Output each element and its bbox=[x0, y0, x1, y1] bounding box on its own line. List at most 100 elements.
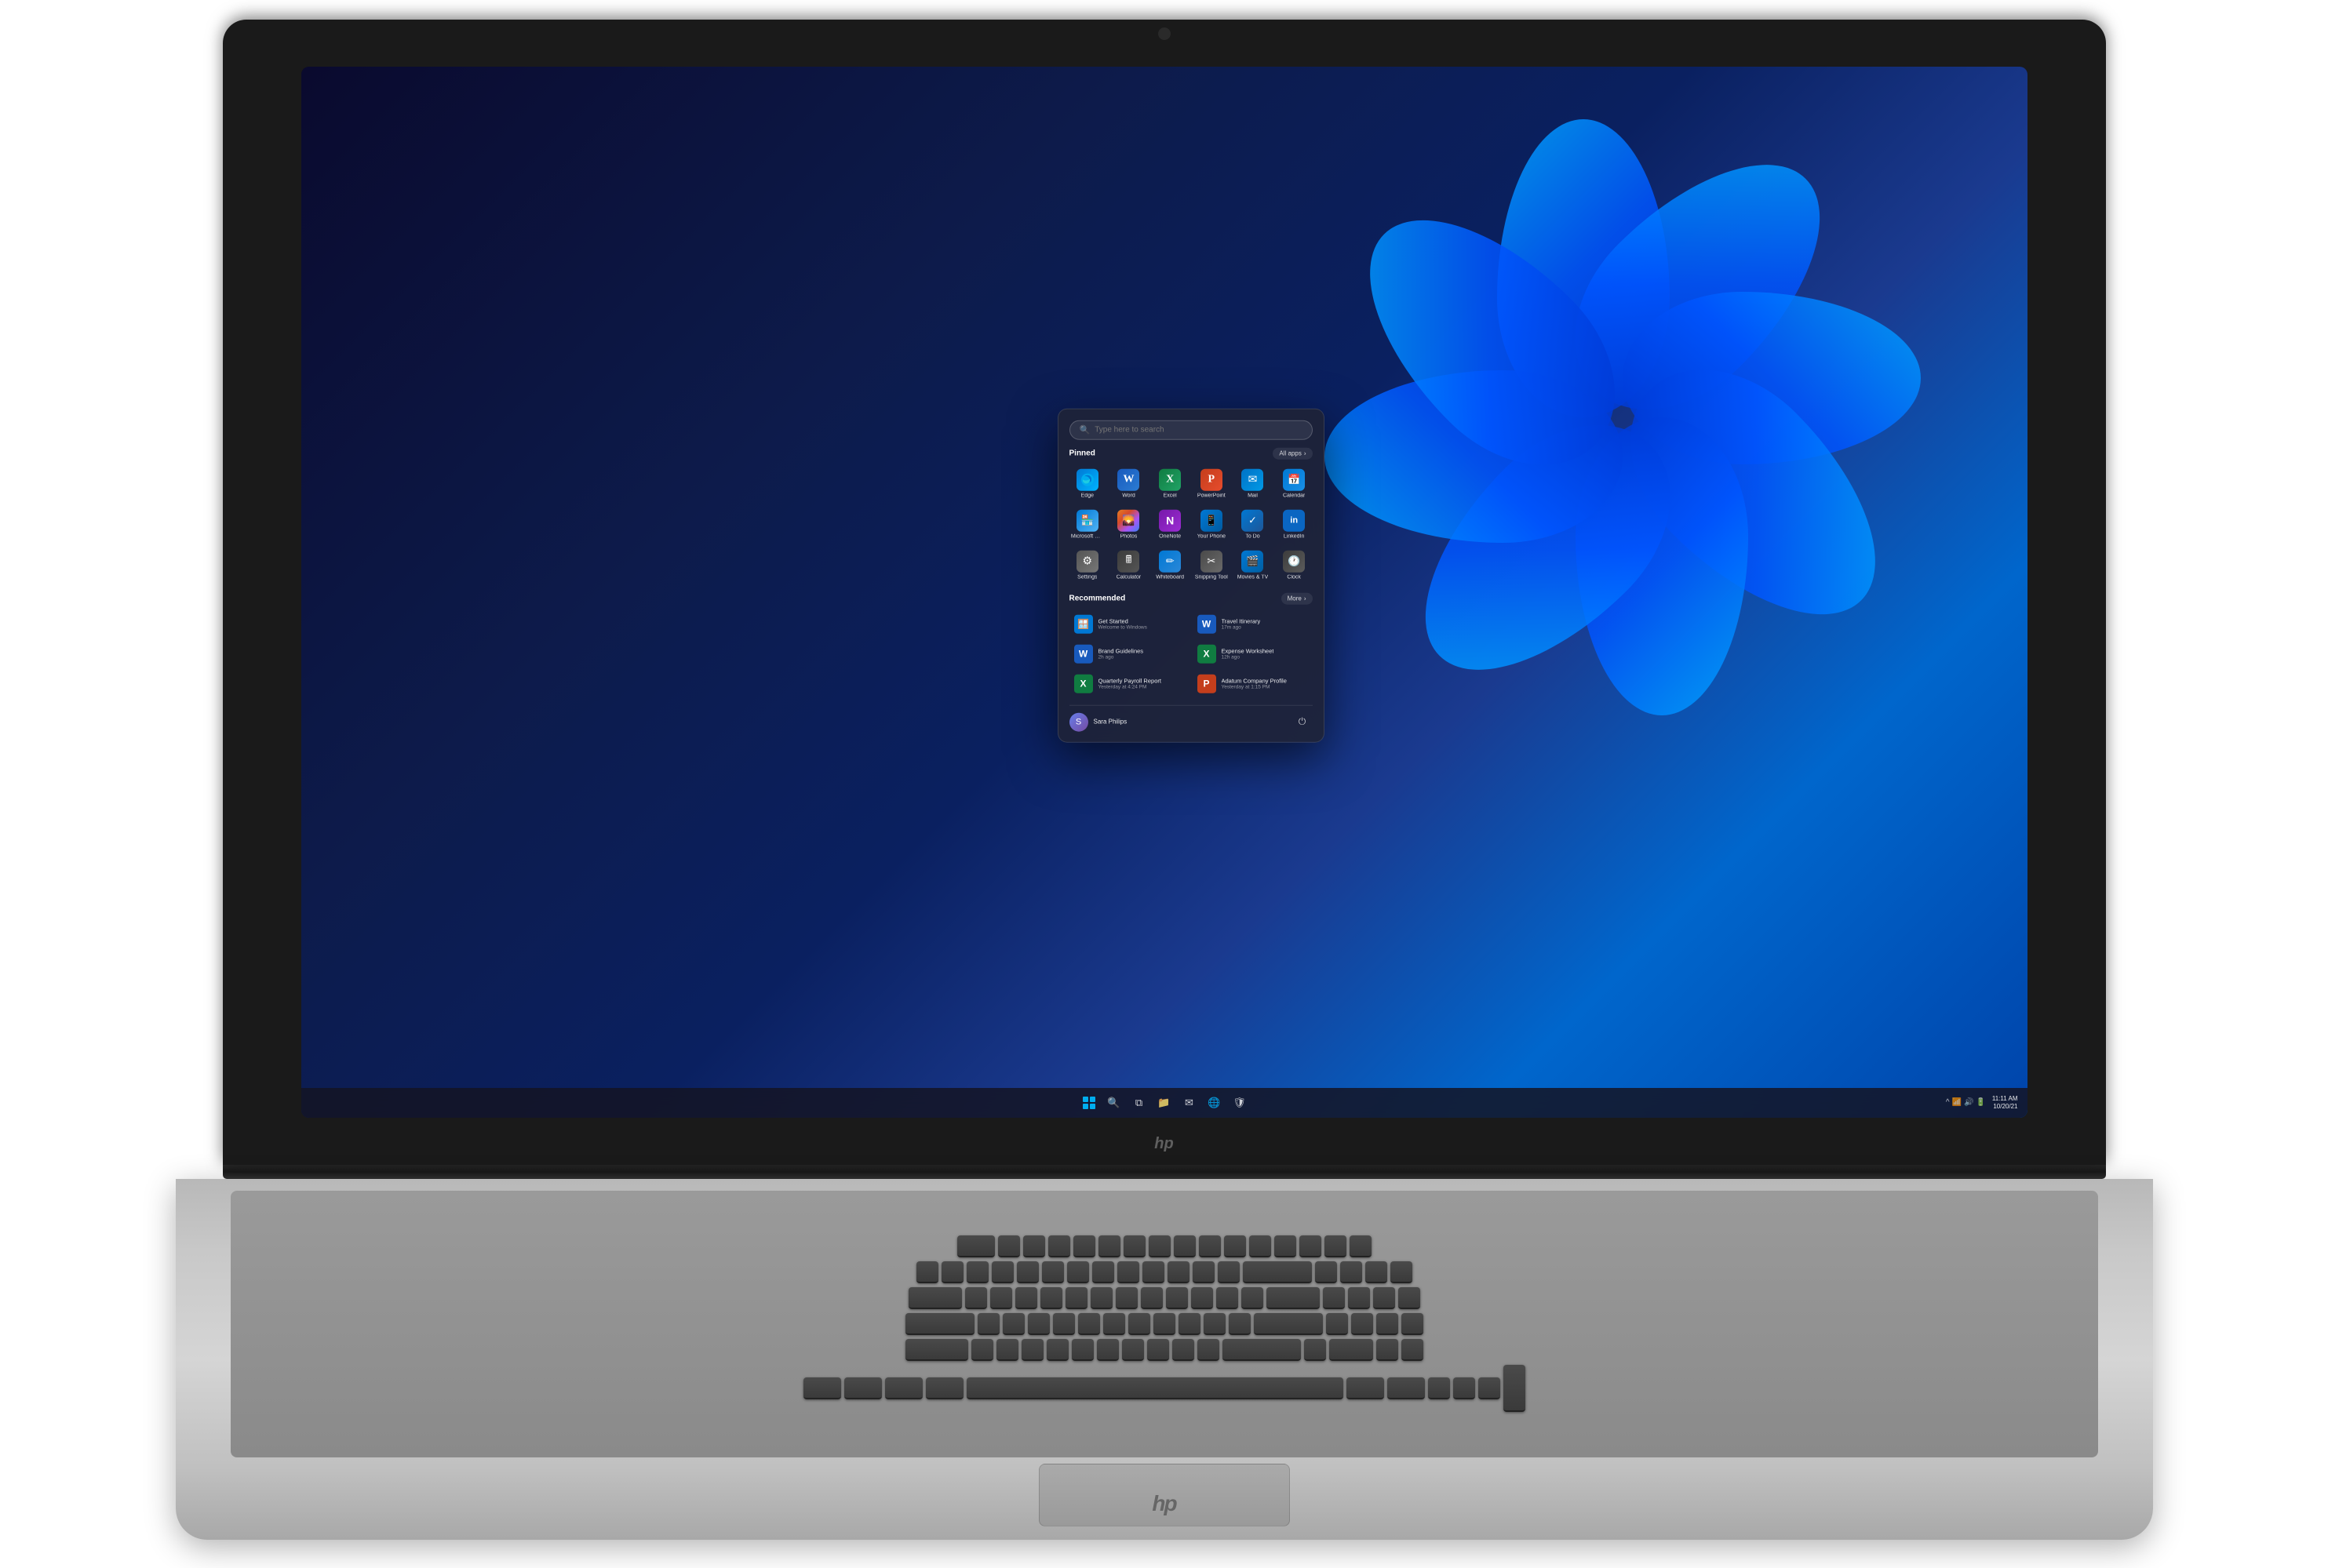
taskbar-store-button[interactable]: 🛡 bbox=[1229, 1092, 1251, 1114]
numsub-key[interactable] bbox=[1401, 1313, 1423, 1335]
rec-get-started[interactable]: 🪟 Get Started Welcome to Windows bbox=[1069, 610, 1190, 637]
r-key[interactable] bbox=[1040, 1287, 1062, 1309]
taskbar-taskview-button[interactable]: ⧉ bbox=[1128, 1092, 1150, 1114]
z-key[interactable] bbox=[971, 1339, 993, 1361]
f12-key[interactable] bbox=[1274, 1235, 1296, 1257]
numpad-enter-key[interactable] bbox=[1503, 1365, 1525, 1412]
search-input[interactable] bbox=[1095, 425, 1302, 434]
slash-key[interactable] bbox=[1197, 1339, 1219, 1361]
ralt-key[interactable] bbox=[1346, 1377, 1384, 1399]
app-msstore[interactable]: 🏪 Microsoft Store bbox=[1069, 506, 1106, 542]
taskbar-mail-button[interactable]: ✉ bbox=[1179, 1092, 1200, 1114]
capslock-key[interactable] bbox=[905, 1313, 975, 1335]
app-todo[interactable]: ✓ To Do bbox=[1234, 506, 1271, 542]
comma-key[interactable] bbox=[1147, 1339, 1169, 1361]
clock-display[interactable]: 11:11 AM 10/20/21 bbox=[1992, 1095, 2018, 1110]
u-key[interactable] bbox=[1116, 1287, 1138, 1309]
taskbar-search-button[interactable]: 🔍 bbox=[1103, 1092, 1125, 1114]
search-bar[interactable]: 🔍 bbox=[1069, 420, 1313, 439]
s-key[interactable] bbox=[1003, 1313, 1025, 1335]
h-key[interactable] bbox=[1103, 1313, 1125, 1335]
app-linkedin[interactable]: in LinkedIn bbox=[1276, 506, 1313, 542]
d-key[interactable] bbox=[1028, 1313, 1050, 1335]
q-key[interactable] bbox=[965, 1287, 987, 1309]
app-movies-tv[interactable]: 🎬 Movies & TV bbox=[1234, 547, 1271, 583]
app-calendar[interactable]: 📅 Calendar bbox=[1276, 465, 1313, 501]
backspace-key[interactable] bbox=[1243, 1261, 1312, 1283]
backtick-key[interactable] bbox=[916, 1261, 938, 1283]
numpad5-key[interactable] bbox=[1348, 1287, 1370, 1309]
3-key[interactable] bbox=[992, 1261, 1014, 1283]
o-key[interactable] bbox=[1166, 1287, 1188, 1309]
rec-adatum-company[interactable]: P Adatum Company Profile Yesterday at 1:… bbox=[1193, 670, 1313, 697]
rec-expense-worksheet[interactable]: X Expense Worksheet 12h ago bbox=[1193, 640, 1313, 667]
app-mail[interactable]: ✉ Mail bbox=[1234, 465, 1271, 501]
rbracket-key[interactable] bbox=[1241, 1287, 1263, 1309]
f3-key[interactable] bbox=[1048, 1235, 1070, 1257]
semicolon-key[interactable] bbox=[1204, 1313, 1226, 1335]
numpad7-key[interactable] bbox=[1326, 1313, 1348, 1335]
7-key[interactable] bbox=[1092, 1261, 1114, 1283]
app-photos[interactable]: 🌄 Photos bbox=[1110, 506, 1147, 542]
f9-key[interactable] bbox=[1199, 1235, 1221, 1257]
numpad0-key[interactable] bbox=[1329, 1339, 1373, 1361]
n-key[interactable] bbox=[1097, 1339, 1119, 1361]
ins-key[interactable] bbox=[1324, 1235, 1346, 1257]
p-key[interactable] bbox=[1191, 1287, 1213, 1309]
app-powerpoint[interactable]: P PowerPoint bbox=[1193, 465, 1230, 501]
power-button[interactable]: ⏻ bbox=[1292, 711, 1313, 732]
prt-key[interactable] bbox=[1350, 1235, 1372, 1257]
esc-key[interactable] bbox=[957, 1235, 995, 1257]
lwin-key[interactable] bbox=[885, 1377, 923, 1399]
rec-travel-itinerary[interactable]: W Travel Itinerary 17m ago bbox=[1193, 610, 1313, 637]
f11-key[interactable] bbox=[1249, 1235, 1271, 1257]
tab-key[interactable] bbox=[909, 1287, 962, 1309]
1-key[interactable] bbox=[942, 1261, 964, 1283]
app-your-phone[interactable]: 📱 Your Phone bbox=[1193, 506, 1230, 542]
lctrl-key[interactable] bbox=[803, 1377, 841, 1399]
l-key[interactable] bbox=[1179, 1313, 1200, 1335]
enter-key[interactable] bbox=[1254, 1313, 1323, 1335]
app-clock[interactable]: 🕐 Clock bbox=[1276, 547, 1313, 583]
5-key[interactable] bbox=[1042, 1261, 1064, 1283]
all-apps-button[interactable]: All apps › bbox=[1273, 447, 1312, 459]
k-key[interactable] bbox=[1153, 1313, 1175, 1335]
m-key[interactable] bbox=[1122, 1339, 1144, 1361]
v-key[interactable] bbox=[1047, 1339, 1069, 1361]
g-key[interactable] bbox=[1078, 1313, 1100, 1335]
system-tray[interactable]: ^ 📶 🔊 🔋 bbox=[1946, 1098, 1986, 1107]
4-key[interactable] bbox=[1017, 1261, 1039, 1283]
space-key[interactable] bbox=[967, 1377, 1343, 1399]
lbracket-key[interactable] bbox=[1216, 1287, 1238, 1309]
app-edge[interactable]: Edge bbox=[1069, 465, 1106, 501]
9-key[interactable] bbox=[1142, 1261, 1164, 1283]
taskbar-start-button[interactable] bbox=[1078, 1092, 1100, 1114]
numpad1-key[interactable] bbox=[1315, 1261, 1337, 1283]
app-onenote[interactable]: N OneNote bbox=[1152, 506, 1189, 542]
user-info[interactable]: S Sara Philips bbox=[1069, 712, 1128, 731]
2-key[interactable] bbox=[967, 1261, 989, 1283]
numpad6-key[interactable] bbox=[1373, 1287, 1395, 1309]
f8-key[interactable] bbox=[1174, 1235, 1196, 1257]
app-settings[interactable]: ⚙ Settings bbox=[1069, 547, 1106, 583]
numpadperiod-key[interactable] bbox=[1376, 1339, 1398, 1361]
rshift-key[interactable] bbox=[1222, 1339, 1301, 1361]
f2-key[interactable] bbox=[1023, 1235, 1045, 1257]
y-key[interactable] bbox=[1091, 1287, 1113, 1309]
app-whiteboard[interactable]: ✏ Whiteboard bbox=[1152, 547, 1189, 583]
f10-key[interactable] bbox=[1224, 1235, 1246, 1257]
8-key[interactable] bbox=[1117, 1261, 1139, 1283]
app-snipping-tool[interactable]: ✂ Snipping Tool bbox=[1193, 547, 1230, 583]
taskbar-edge-button[interactable]: 🌐 bbox=[1204, 1092, 1226, 1114]
numpad9-key[interactable] bbox=[1376, 1313, 1398, 1335]
6-key[interactable] bbox=[1067, 1261, 1089, 1283]
period-key[interactable] bbox=[1172, 1339, 1194, 1361]
numpad8-key[interactable] bbox=[1351, 1313, 1373, 1335]
f4-key[interactable] bbox=[1073, 1235, 1095, 1257]
left-key[interactable] bbox=[1428, 1377, 1450, 1399]
minus-key[interactable] bbox=[1193, 1261, 1215, 1283]
quote-key[interactable] bbox=[1229, 1313, 1251, 1335]
app-excel[interactable]: X Excel bbox=[1152, 465, 1189, 501]
rec-brand-guidelines[interactable]: W Brand Guidelines 2h ago bbox=[1069, 640, 1190, 667]
c-key[interactable] bbox=[1022, 1339, 1044, 1361]
